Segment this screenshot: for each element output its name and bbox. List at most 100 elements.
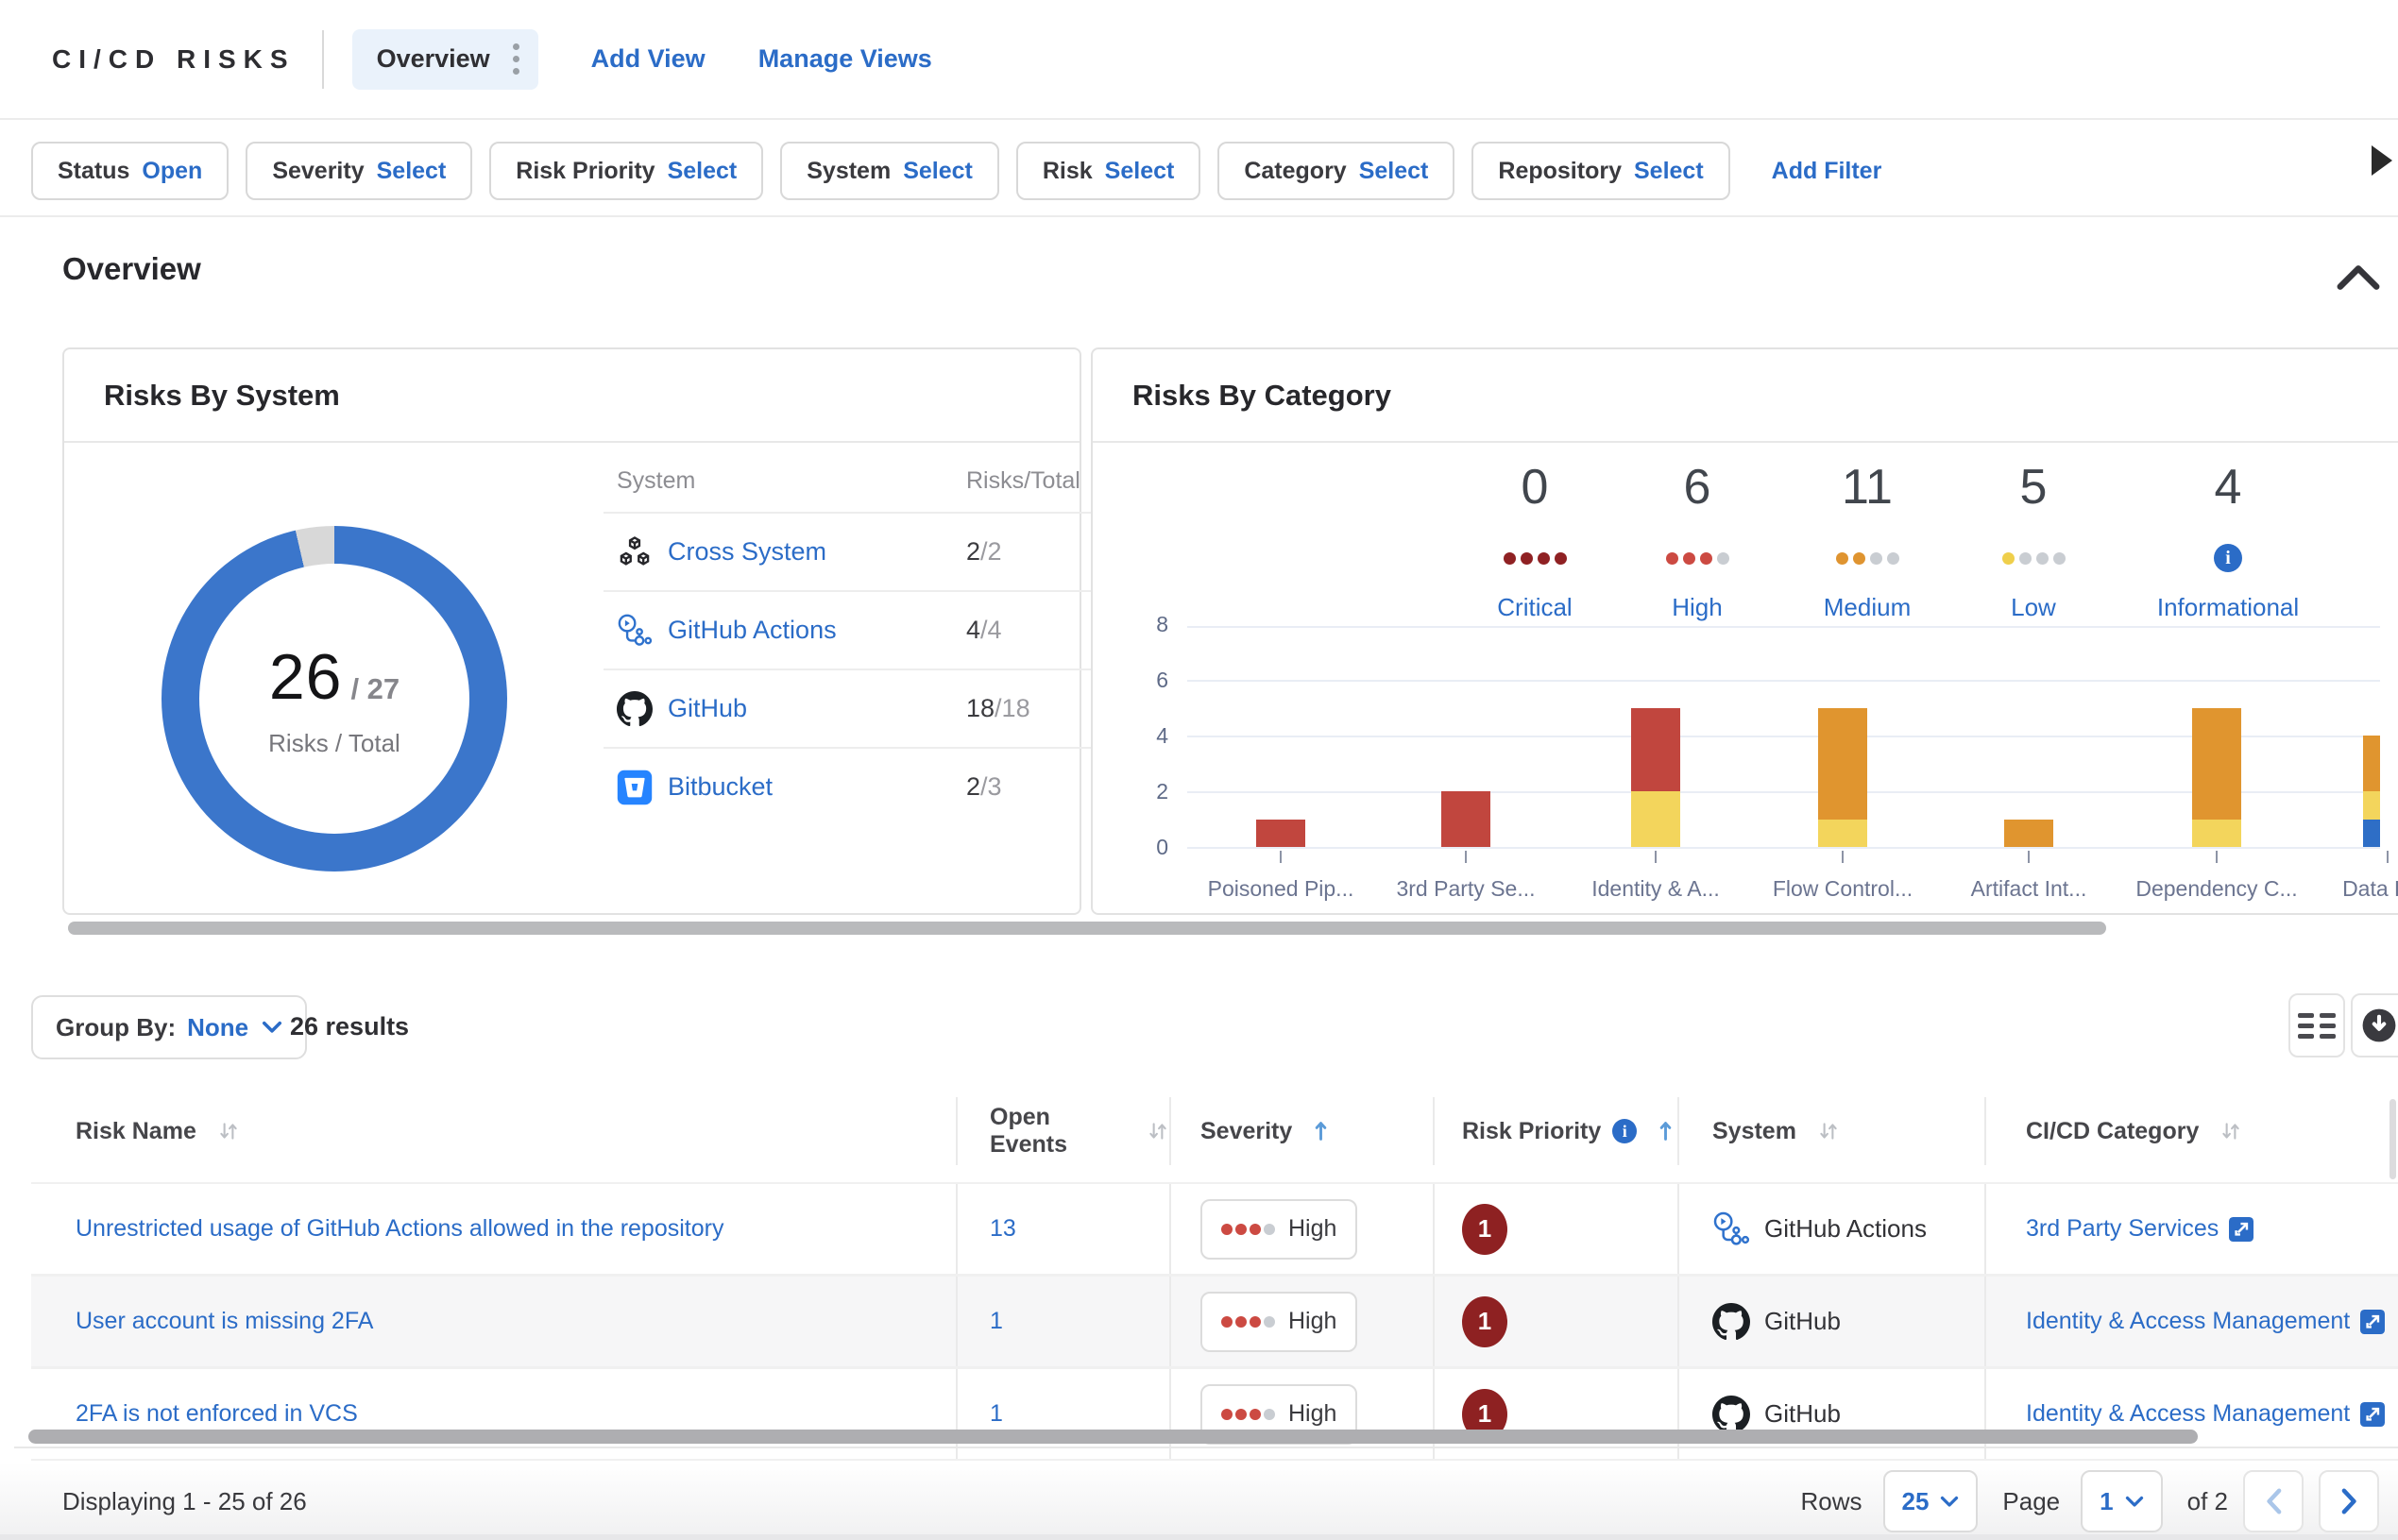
severity-label[interactable]: Informational	[2115, 593, 2341, 622]
severity-dot	[1235, 1316, 1247, 1328]
chevron-left-icon	[2266, 1488, 2282, 1515]
bitbucket-icon	[617, 770, 653, 805]
external-link-icon[interactable]	[2360, 1310, 2385, 1334]
github-icon	[1712, 1303, 1750, 1341]
external-link-icon[interactable]	[2229, 1217, 2253, 1242]
risks-by-category-card: Risks By Category 0Critical6High11Medium…	[1091, 347, 2398, 915]
filter-value: Open	[142, 158, 202, 185]
download-button[interactable]	[2351, 993, 2398, 1058]
filter-pill-status[interactable]: StatusOpen	[31, 142, 229, 200]
table-header-row: Risk NameOpen EventsSeverityRisk Priorit…	[31, 1097, 2398, 1165]
severity-dot	[1555, 552, 1567, 565]
column-settings-button[interactable]	[2288, 993, 2345, 1058]
next-page-button[interactable]	[2319, 1470, 2379, 1532]
bar-segment-low	[2192, 820, 2241, 848]
system-link[interactable]: GitHub Actions	[668, 616, 837, 645]
bar-artifact-int[interactable]	[2004, 820, 2053, 848]
filter-pill-repository[interactable]: RepositorySelect	[1471, 142, 1729, 200]
column-header-ci-cd-category[interactable]: CI/CD Category	[1986, 1097, 2398, 1165]
chevron-down-icon	[1940, 1496, 1959, 1508]
axis-tick	[1842, 851, 1844, 863]
filter-pill-category[interactable]: CategorySelect	[1217, 142, 1454, 200]
collapse-chevron-up-icon[interactable]	[2337, 264, 2380, 291]
table-vertical-scrollbar[interactable]	[2389, 1099, 2396, 1179]
rows-per-page-value: 25	[1902, 1487, 1930, 1516]
chart-y-axis: 02468	[1093, 626, 1168, 849]
overview-horizontal-scrollbar[interactable]	[68, 922, 2106, 935]
kebab-menu-icon[interactable]	[509, 40, 523, 78]
category-tick-label: Data Pr...	[2293, 876, 2398, 902]
category-link[interactable]: Identity & Access Management	[2026, 1308, 2350, 1335]
sort-asc-icon[interactable]	[1302, 1120, 1329, 1142]
bar-dependency-c[interactable]	[2192, 708, 2241, 848]
system-link[interactable]: Bitbucket	[668, 772, 773, 802]
open-events-link[interactable]: 13	[990, 1215, 1016, 1243]
group-by-dropdown[interactable]: Group By: None	[31, 995, 307, 1059]
risk-name-link[interactable]: 2FA is not enforced in VCS	[76, 1400, 358, 1428]
column-header-severity[interactable]: Severity	[1171, 1097, 1435, 1165]
severity-badge: High	[1200, 1199, 1357, 1260]
manage-views-link[interactable]: Manage Views	[758, 44, 932, 74]
system-risk-table: System Risks/Total Cross System2/2GitHub…	[604, 467, 1108, 825]
filter-value: Select	[377, 158, 447, 185]
tab-overview-label: Overview	[377, 44, 490, 74]
rows-per-page-select[interactable]: 25	[1883, 1470, 1979, 1532]
risk-name-link[interactable]: User account is missing 2FA	[76, 1308, 373, 1335]
severity-dot	[1221, 1409, 1233, 1420]
system-link[interactable]: Cross System	[668, 537, 826, 567]
risks-count: 4	[966, 616, 980, 644]
title-divider	[322, 30, 324, 89]
column-header-open-events[interactable]: Open Events	[958, 1097, 1171, 1165]
external-link-icon[interactable]	[2360, 1402, 2385, 1427]
sort-icon[interactable]	[207, 1121, 240, 1142]
risks-total-column-header: Risks/Total	[966, 467, 1108, 495]
column-header-risk-name[interactable]: Risk Name	[31, 1097, 958, 1165]
category-link[interactable]: Identity & Access Management	[2026, 1400, 2350, 1428]
sort-asc-icon[interactable]	[1647, 1120, 1674, 1142]
system-link[interactable]: GitHub	[668, 694, 747, 723]
severity-dot	[1717, 552, 1729, 565]
open-events-link[interactable]: 1	[990, 1400, 1003, 1428]
filter-pill-risk[interactable]: RiskSelect	[1016, 142, 1200, 200]
bar-identity-a[interactable]	[1631, 708, 1680, 848]
column-header-label: Risk Priority	[1462, 1118, 1601, 1145]
filter-pill-severity[interactable]: SeveritySelect	[246, 142, 472, 200]
severity-dot	[1221, 1224, 1233, 1235]
scroll-right-arrow-icon[interactable]	[2372, 145, 2398, 176]
sort-icon[interactable]	[1136, 1121, 1169, 1142]
column-header-system[interactable]: System	[1679, 1097, 1986, 1165]
bar-poisoned-pip[interactable]	[1256, 820, 1305, 848]
filter-pill-system[interactable]: SystemSelect	[780, 142, 999, 200]
add-view-link[interactable]: Add View	[591, 44, 706, 74]
previous-page-button[interactable]	[2243, 1470, 2304, 1532]
severity-summary-low: 5 Low	[1920, 461, 2147, 622]
severity-dots	[1221, 1316, 1275, 1328]
chevron-down-icon	[262, 1021, 282, 1034]
severity-dot	[1250, 1409, 1261, 1420]
severity-label[interactable]: Low	[1920, 593, 2147, 622]
risk-name-link[interactable]: Unrestricted usage of GitHub Actions all…	[76, 1215, 723, 1243]
column-header-label: Open Events	[990, 1104, 1126, 1159]
chevron-down-icon	[2125, 1496, 2144, 1508]
tab-overview[interactable]: Overview	[352, 29, 538, 90]
severity-dot	[1264, 1409, 1275, 1420]
severity-count: 5	[1920, 461, 2147, 514]
sort-icon[interactable]	[1807, 1121, 1840, 1142]
filter-pill-risk-priority[interactable]: Risk PrioritySelect	[489, 142, 763, 200]
gridline	[1187, 626, 2380, 628]
category-link[interactable]: 3rd Party Services	[2026, 1215, 2219, 1243]
bar-flow-control[interactable]	[1818, 708, 1867, 848]
column-header-risk-priority[interactable]: Risk Priority i	[1435, 1097, 1679, 1165]
add-filter-link[interactable]: Add Filter	[1772, 158, 1882, 185]
github-icon	[617, 691, 653, 727]
page-select[interactable]: 1	[2081, 1470, 2162, 1532]
axis-tick	[2387, 851, 2389, 863]
info-icon[interactable]: i	[1612, 1119, 1637, 1143]
sort-icon[interactable]	[2209, 1121, 2242, 1142]
bar-data-pr[interactable]	[2363, 736, 2380, 847]
pagination-bar: Displaying 1 - 25 of 26 Rows 25 Page 1 o…	[0, 1463, 2398, 1540]
github-actions-icon	[1712, 1210, 1750, 1248]
bar-3rd-party-se[interactable]	[1441, 791, 1490, 847]
table-horizontal-scrollbar[interactable]	[28, 1430, 2198, 1444]
open-events-link[interactable]: 1	[990, 1308, 1003, 1335]
